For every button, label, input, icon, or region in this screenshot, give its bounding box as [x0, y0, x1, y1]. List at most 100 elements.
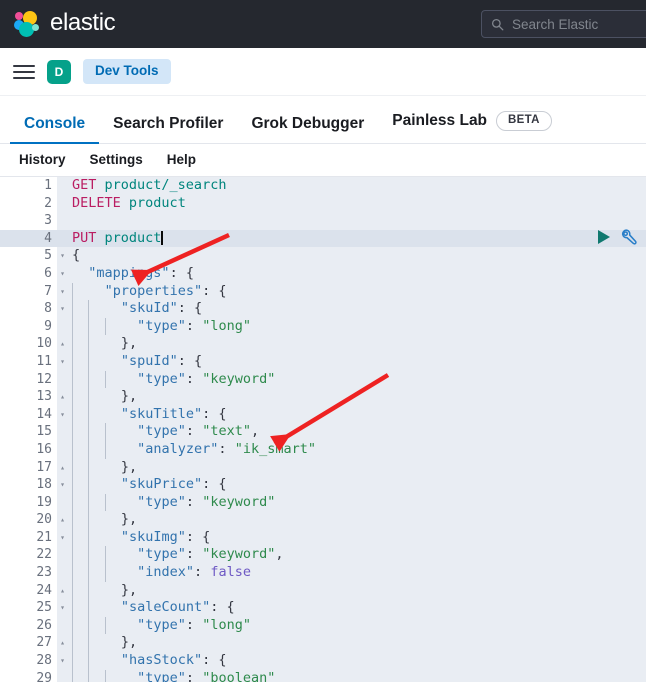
code-line[interactable]: 9 "type": "long" — [0, 317, 646, 336]
code-line-text: "analyzer": "ik_smart" — [57, 440, 646, 459]
code-line[interactable]: 3 — [0, 212, 646, 230]
code-line-text: "type": "keyword" — [57, 370, 646, 389]
indent-guide — [88, 300, 90, 318]
indent-guide — [88, 581, 90, 600]
code-line-text: "properties": { — [57, 282, 646, 301]
line-number: 5 ▾ — [44, 248, 65, 264]
code-line-text: PUT product — [57, 229, 646, 248]
code-line-text: "type": "long" — [57, 616, 646, 635]
indent-guide — [72, 634, 73, 653]
code-line-text: }, — [57, 581, 646, 600]
code-line[interactable]: 19 "type": "keyword" — [0, 493, 646, 512]
indent-guide — [88, 564, 90, 582]
indent-guide — [104, 370, 106, 389]
indent-guide — [72, 335, 73, 353]
indent-guide — [88, 370, 90, 389]
play-request-icon[interactable] — [597, 229, 611, 245]
hamburger-menu-icon[interactable] — [13, 61, 35, 83]
code-line[interactable]: 28 ▾ "hasStock": { — [0, 652, 646, 670]
code-line[interactable]: 16 "analyzer": "ik_smart" — [0, 440, 646, 459]
code-line-text: "type": "keyword" — [57, 493, 646, 512]
code-line-text: "hasStock": { — [57, 652, 646, 670]
wrench-settings-icon[interactable] — [620, 228, 638, 246]
code-line-text: "spuId": { — [57, 352, 646, 371]
code-line[interactable]: 2 DELETE product — [0, 195, 646, 213]
code-line[interactable]: 17 ▴ }, — [0, 458, 646, 477]
code-line[interactable]: 13 ▴ }, — [0, 388, 646, 406]
line-number: 19 — [36, 494, 52, 510]
code-line[interactable]: 29 "type": "boolean" — [0, 669, 646, 682]
code-line[interactable]: 14 ▾ "skuTitle": { — [0, 405, 646, 424]
indent-guide — [104, 493, 106, 512]
tab-label: Grok Debugger — [251, 114, 365, 132]
indent-guide — [72, 352, 73, 371]
search-icon — [491, 18, 504, 30]
code-line[interactable]: 10 ▴ }, — [0, 335, 646, 353]
code-line[interactable]: 25 ▾ "saleCount": { — [0, 599, 646, 617]
brand-logo[interactable]: elastic — [14, 9, 116, 38]
code-line[interactable]: 27 ▴ }, — [0, 634, 646, 653]
indent-guide — [72, 528, 73, 547]
code-line[interactable]: 22 "type": "keyword", — [0, 546, 646, 565]
indent-guide — [104, 546, 106, 565]
code-line[interactable]: 26 "type": "long" — [0, 616, 646, 635]
code-line[interactable]: 11 ▾ "spuId": { — [0, 352, 646, 371]
code-line-text: "type": "keyword", — [57, 546, 646, 565]
breadcrumb-item-dev-tools[interactable]: Dev Tools — [83, 59, 171, 84]
line-number: 9 — [44, 318, 52, 334]
code-line[interactable]: 20 ▴ }, — [0, 511, 646, 529]
line-number: 26 — [36, 617, 52, 633]
indent-guide — [88, 546, 90, 565]
toolbar-item-history[interactable]: History — [10, 149, 75, 171]
code-line-text: "type": "text", — [57, 423, 646, 441]
tab-label: Search Profiler — [113, 114, 224, 132]
toolbar-item-help[interactable]: Help — [158, 149, 205, 171]
indent-guide — [72, 317, 73, 336]
indent-guide — [88, 352, 90, 371]
code-line[interactable]: 4 PUT product — [0, 229, 646, 248]
line-number: 8 ▾ — [44, 301, 65, 317]
tab-grok-debugger[interactable]: Grok Debugger — [237, 114, 378, 144]
code-line[interactable]: 8 ▾ "skuId": { — [0, 300, 646, 318]
indent-guide — [88, 599, 90, 617]
code-line[interactable]: 12 "type": "keyword" — [0, 370, 646, 389]
code-line[interactable]: 24 ▴ }, — [0, 581, 646, 600]
line-number: 27 ▴ — [36, 635, 65, 651]
toolbar-item-settings[interactable]: Settings — [81, 149, 152, 171]
code-line[interactable]: 5 ▾ { — [0, 247, 646, 265]
code-line[interactable]: 18 ▾ "skuPrice": { — [0, 476, 646, 494]
code-line[interactable]: 6 ▾ "mappings": { — [0, 265, 646, 283]
code-line-list[interactable]: 1 GET product/_search 2 DELETE product 3 4 PUT… — [0, 177, 646, 682]
console-request-editor[interactable]: 1 GET product/_search 2 DELETE product 3 4 PUT… — [0, 177, 646, 682]
code-line[interactable]: 23 "index": false — [0, 564, 646, 582]
tab-console[interactable]: Console — [10, 115, 100, 144]
search-placeholder: Search Elastic — [512, 16, 599, 32]
tab-search-profiler[interactable]: Search Profiler — [99, 114, 237, 144]
indent-guide — [72, 282, 73, 301]
indent-guide — [88, 511, 90, 529]
request-actions — [597, 228, 638, 246]
code-line[interactable]: 7 ▾ "properties": { — [0, 282, 646, 301]
line-number: 24 ▴ — [36, 582, 65, 598]
top-header-bar: elastic Search Elastic — [0, 0, 646, 48]
line-number: 11 ▾ — [36, 353, 65, 369]
code-line[interactable]: 15 "type": "text", — [0, 423, 646, 441]
code-line[interactable]: 1 GET product/_search — [0, 177, 646, 195]
tab-painless-lab[interactable]: Painless Lab BETA — [378, 110, 565, 144]
indent-guide — [88, 458, 90, 477]
code-line-text: "mappings": { — [88, 264, 194, 281]
line-number: 16 — [36, 441, 52, 457]
line-number: 4 — [0, 229, 57, 248]
brand-name: elastic — [50, 9, 116, 36]
indent-guide — [88, 528, 90, 547]
code-line-text: DELETE product — [72, 194, 186, 211]
code-line-text: "type": "long" — [57, 317, 646, 336]
line-number: 10 ▴ — [36, 336, 65, 352]
indent-guide — [88, 652, 90, 670]
indent-guide — [72, 370, 73, 389]
search-input[interactable]: Search Elastic — [481, 10, 646, 38]
code-line-text: }, — [57, 388, 646, 406]
code-line[interactable]: 21 ▾ "skuImg": { — [0, 528, 646, 547]
avatar[interactable]: D — [47, 59, 71, 84]
indent-guide — [72, 458, 73, 477]
